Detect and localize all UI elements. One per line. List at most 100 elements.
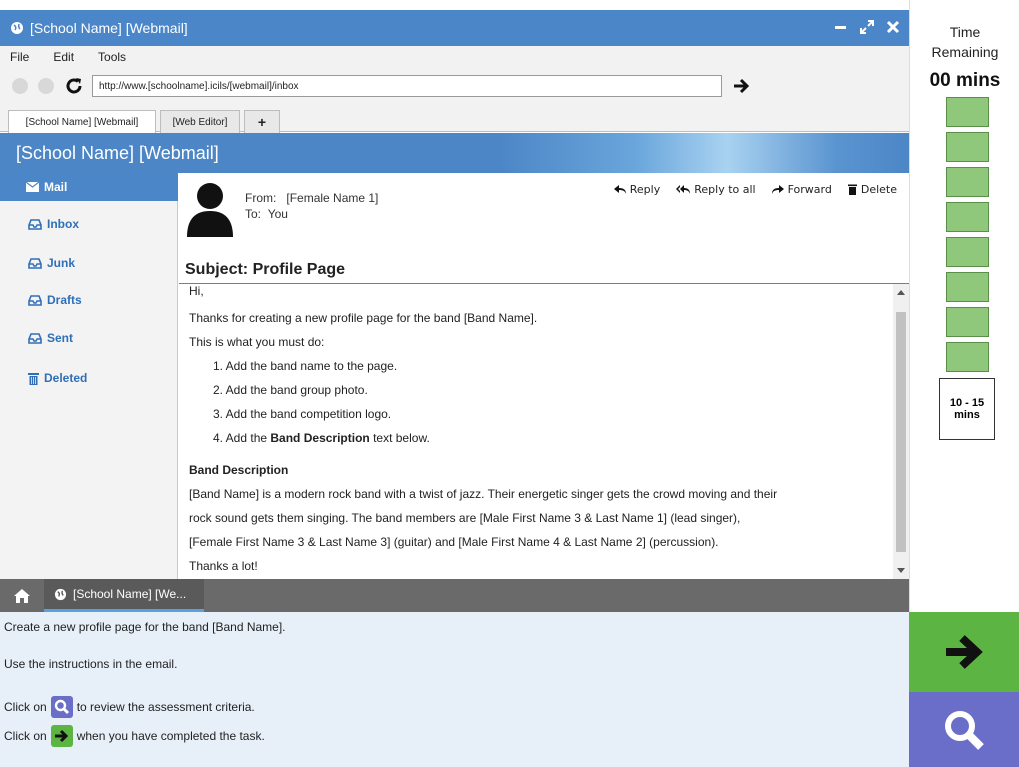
window-titlebar: [School Name] [Webmail] bbox=[0, 10, 909, 46]
scroll-down-icon[interactable] bbox=[897, 568, 905, 573]
timer-block bbox=[946, 272, 989, 302]
sender-name: [Female Name 1] bbox=[286, 191, 379, 205]
address-bar: http://www.[schoolname].icils/[webmail]/… bbox=[0, 68, 909, 104]
inbox-icon bbox=[28, 218, 42, 230]
sidebar-item-label: Junk bbox=[47, 256, 76, 270]
sidebar-item-junk[interactable]: Junk bbox=[0, 249, 178, 277]
browser-tab-bar: [School Name] [Webmail] [Web Editor] + bbox=[0, 104, 909, 134]
assessment-screen: [School Name] [Webmail] File Edit Tools … bbox=[0, 0, 1019, 767]
sidebar-item-label: Deleted bbox=[44, 371, 88, 385]
timer-block bbox=[946, 132, 989, 162]
body-text: [Band Name] is a modern rock band with a… bbox=[189, 487, 778, 501]
avatar bbox=[187, 183, 233, 237]
webmail-banner: [School Name] [Webmail] bbox=[0, 133, 909, 173]
email-subject: Subject: Profile Page bbox=[185, 261, 346, 278]
sidebar-item-deleted[interactable]: Deleted bbox=[0, 364, 178, 392]
reply-all-button[interactable]: Reply to all bbox=[676, 183, 756, 196]
menu-bar: File Edit Tools bbox=[0, 46, 909, 68]
trash-icon bbox=[28, 372, 39, 385]
url-input[interactable]: http://www.[schoolname].icils/[webmail]/… bbox=[92, 75, 722, 97]
trash-icon bbox=[847, 184, 857, 195]
tab-webmail[interactable]: [School Name] [Webmail] bbox=[8, 110, 156, 134]
sidebar-item-mail[interactable]: Mail bbox=[0, 173, 178, 201]
scroll-thumb[interactable] bbox=[896, 312, 906, 552]
instruction-review: Click on to review the assessment criter… bbox=[4, 696, 255, 718]
time-remaining-value: 00 mins bbox=[929, 70, 1001, 91]
back-icon[interactable] bbox=[12, 78, 28, 94]
body-text: rock sound gets them singing. The band m… bbox=[189, 511, 741, 525]
sidebar-item-label: Inbox bbox=[47, 217, 79, 231]
email-actions: Reply Reply to all Forward Delete bbox=[613, 183, 897, 196]
review-criteria-button[interactable] bbox=[909, 692, 1019, 767]
timer-block bbox=[946, 97, 989, 127]
scroll-up-icon[interactable] bbox=[897, 290, 905, 295]
sidebar-item-sent[interactable]: Sent bbox=[0, 324, 178, 352]
forward-button[interactable]: Forward bbox=[771, 183, 832, 196]
delete-button[interactable]: Delete bbox=[847, 183, 897, 196]
list-item: 2. Add the band group photo. bbox=[213, 383, 368, 397]
email-from: From: [Female Name 1] bbox=[245, 191, 379, 205]
refresh-icon[interactable] bbox=[64, 76, 84, 96]
email-body: Hi, Thanks for creating a new profile pa… bbox=[179, 284, 893, 579]
sidebar-item-label: Drafts bbox=[47, 293, 82, 307]
task-instructions: Create a new profile page for the band [… bbox=[0, 612, 909, 767]
list-item: 3. Add the band competition logo. bbox=[213, 407, 392, 421]
body-signoff: Thanks a lot! bbox=[189, 559, 258, 573]
body-text: Thanks for creating a new profile page f… bbox=[189, 311, 538, 325]
tab-web-editor[interactable]: [Web Editor] bbox=[160, 110, 240, 133]
taskbar-tab-label: [School Name] [We... bbox=[73, 587, 187, 601]
envelope-icon bbox=[26, 182, 39, 192]
go-arrow-icon[interactable] bbox=[732, 76, 752, 96]
body-greeting: Hi, bbox=[189, 284, 204, 298]
sidebar-item-drafts[interactable]: Drafts bbox=[0, 286, 178, 314]
globe-icon bbox=[11, 22, 23, 34]
window-controls bbox=[833, 19, 901, 35]
timer-block bbox=[946, 167, 989, 197]
minimize-icon[interactable] bbox=[833, 19, 849, 35]
window-title: [School Name] [Webmail] bbox=[30, 20, 188, 36]
simulated-browser: [School Name] [Webmail] File Edit Tools … bbox=[0, 0, 909, 767]
timer-block bbox=[946, 342, 989, 372]
timer-label: Time Remaining bbox=[931, 24, 999, 60]
sidebar-item-label: Mail bbox=[44, 180, 68, 194]
email-scrollbar[interactable] bbox=[893, 284, 909, 579]
forward-nav-icon[interactable] bbox=[38, 78, 54, 94]
home-icon[interactable] bbox=[14, 589, 30, 603]
search-icon bbox=[945, 710, 984, 750]
sidebar-item-inbox[interactable]: Inbox bbox=[0, 210, 178, 238]
timer-block bbox=[946, 307, 989, 337]
reply-icon bbox=[613, 184, 626, 194]
body-text: [Female First Name 3 & Last Name 3] (gui… bbox=[189, 535, 719, 549]
globe-icon bbox=[54, 588, 67, 600]
timer-panel: Time Remaining 00 mins 10 - 15 mins bbox=[909, 0, 1019, 612]
email-to: To: You bbox=[245, 207, 288, 221]
arrow-right-icon bbox=[946, 635, 983, 669]
timer-block bbox=[946, 202, 989, 232]
recipient-name: You bbox=[267, 207, 288, 221]
body-heading: Band Description bbox=[189, 463, 289, 477]
maximize-icon[interactable] bbox=[859, 19, 875, 35]
sidebar-item-label: Sent bbox=[47, 331, 74, 345]
search-icon bbox=[50, 696, 73, 718]
menu-edit[interactable]: Edit bbox=[53, 50, 74, 64]
inbox-icon bbox=[28, 257, 42, 269]
reply-button[interactable]: Reply bbox=[613, 183, 660, 196]
list-item: 4. Add the Band Description text below. bbox=[213, 431, 430, 445]
next-button[interactable] bbox=[909, 612, 1019, 692]
email-message: From: [Female Name 1] To: You Reply Repl… bbox=[179, 173, 909, 579]
menu-tools[interactable]: Tools bbox=[98, 50, 126, 64]
inbox-icon bbox=[28, 332, 42, 344]
taskbar-tab-webmail[interactable]: [School Name] [We... bbox=[44, 579, 204, 612]
taskbar: [School Name] [We... bbox=[0, 579, 909, 612]
mail-sidebar: Mail Inbox Junk Drafts Sent Deleted bbox=[0, 173, 178, 579]
time-range-box: 10 - 15 mins bbox=[939, 378, 995, 440]
timer-block bbox=[946, 237, 989, 267]
list-item: 1. Add the band name to the page. bbox=[213, 359, 398, 373]
close-icon[interactable] bbox=[885, 19, 901, 35]
instruction-text: Use the instructions in the email. bbox=[4, 657, 178, 671]
new-tab-button[interactable]: + bbox=[244, 110, 280, 133]
inbox-icon bbox=[28, 294, 42, 306]
menu-file[interactable]: File bbox=[10, 50, 29, 64]
forward-icon bbox=[771, 184, 784, 194]
instruction-complete: Click on when you have completed the tas… bbox=[4, 725, 265, 747]
